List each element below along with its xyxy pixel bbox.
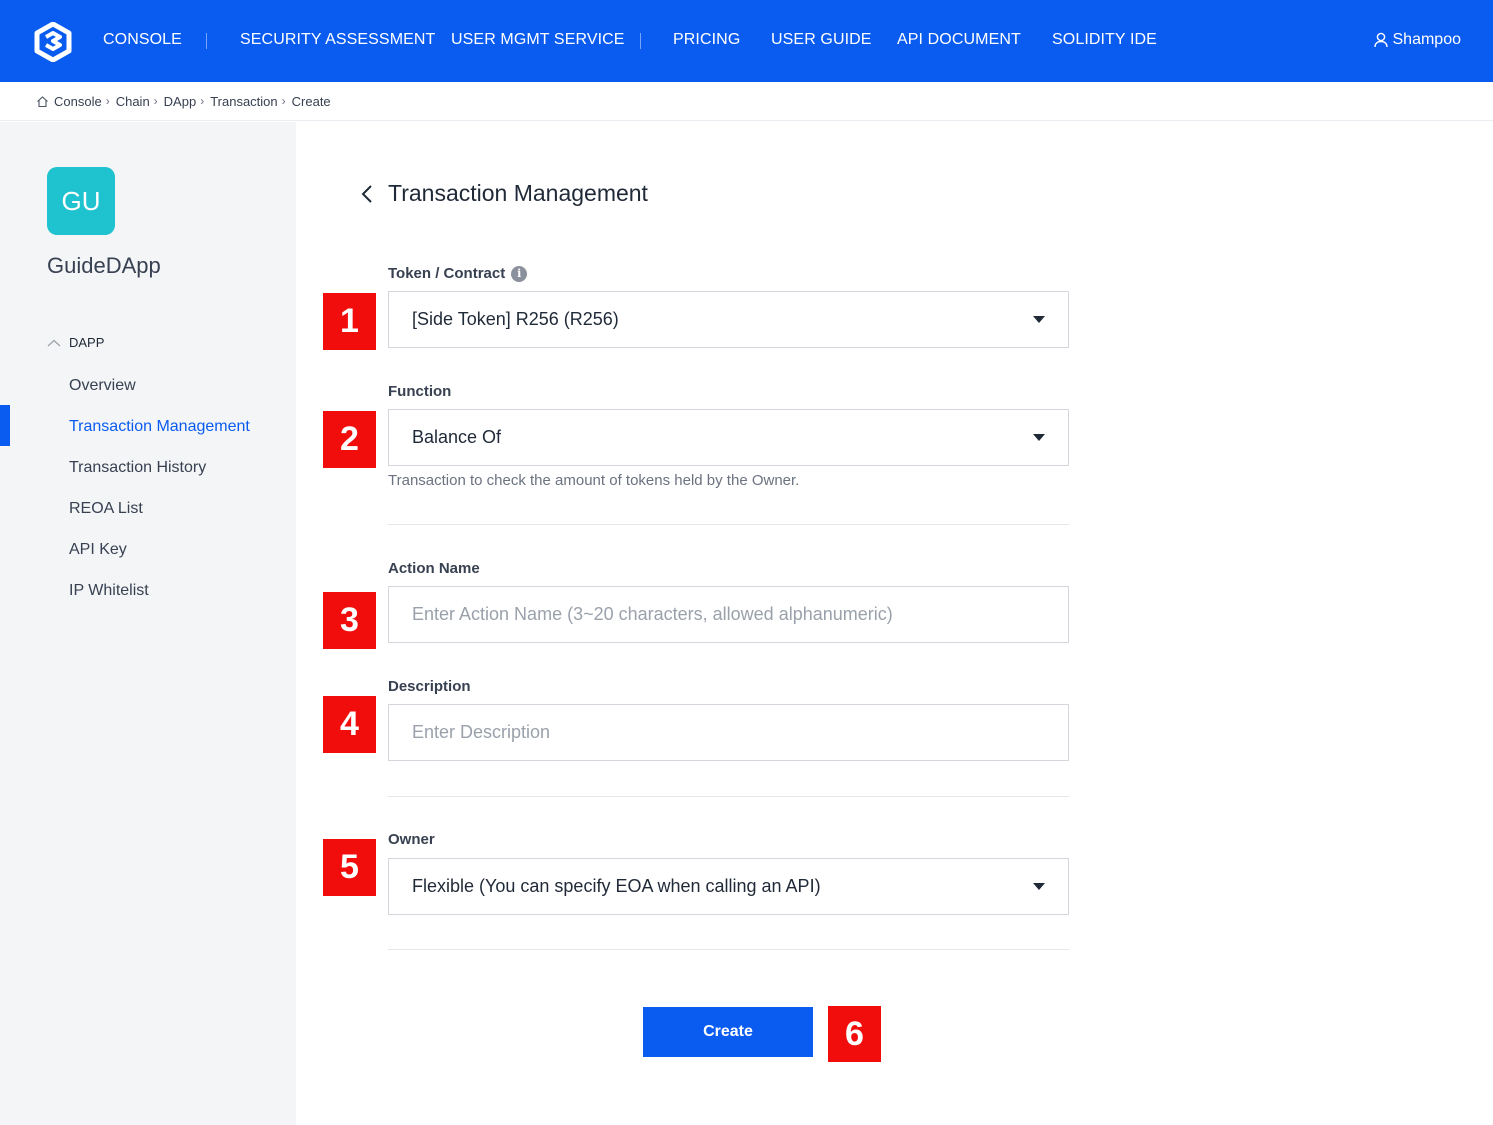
breadcrumb-chain[interactable]: Chain xyxy=(116,94,150,109)
nav-user-mgmt-service[interactable]: USER MGMT SERVICE xyxy=(451,31,625,49)
sidebar-item-transaction-history[interactable]: Transaction History xyxy=(69,459,206,477)
info-icon[interactable]: i xyxy=(511,265,528,282)
action-name-input[interactable] xyxy=(412,587,1068,642)
token-contract-label-text: Token / Contract xyxy=(388,265,506,282)
chevron-right-icon: › xyxy=(153,94,158,108)
caret-down-icon xyxy=(1033,434,1045,441)
function-help-text: Transaction to check the amount of token… xyxy=(388,472,800,489)
top-navbar: CONSOLE SECURITY ASSESSMENT USER MGMT SE… xyxy=(0,0,1493,82)
annotation-marker-5: 5 xyxy=(323,839,376,896)
nav-solidity-ide[interactable]: SOLIDITY IDE xyxy=(1052,31,1157,49)
action-name-label-text: Action Name xyxy=(388,560,480,577)
section-divider xyxy=(388,796,1069,797)
nav-api-document[interactable]: API DOCUMENT xyxy=(897,31,1021,49)
breadcrumb: Console › Chain › DApp › Transaction › C… xyxy=(0,82,1493,121)
function-label: Function xyxy=(388,383,451,400)
nav-user-guide[interactable]: USER GUIDE xyxy=(771,31,872,49)
description-field[interactable] xyxy=(388,704,1069,761)
chevron-right-icon: › xyxy=(200,94,205,108)
chevron-up-icon xyxy=(47,339,61,346)
app-name: GuideDApp xyxy=(47,253,161,278)
description-input[interactable] xyxy=(412,705,1068,760)
chevron-right-icon: › xyxy=(281,94,286,108)
sidebar-group-dapp[interactable]: DAPP xyxy=(47,335,104,350)
section-divider xyxy=(388,524,1069,525)
function-value: Balance Of xyxy=(412,427,502,447)
create-button[interactable]: Create xyxy=(643,1007,813,1057)
chevron-right-icon: › xyxy=(105,94,110,108)
brand-logo-icon[interactable] xyxy=(34,22,72,62)
sidebar-item-ip-whitelist[interactable]: IP Whitelist xyxy=(69,582,149,600)
sidebar-item-overview[interactable]: Overview xyxy=(69,377,136,395)
description-label: Description xyxy=(388,678,471,695)
page-title: Transaction Management xyxy=(388,180,648,206)
annotation-marker-6: 6 xyxy=(828,1006,881,1062)
owner-label-text: Owner xyxy=(388,831,435,848)
annotation-marker-3: 3 xyxy=(323,592,376,649)
home-icon[interactable] xyxy=(36,95,49,108)
nav-security-assessment[interactable]: SECURITY ASSESSMENT xyxy=(240,31,435,49)
active-indicator xyxy=(0,405,10,446)
user-icon xyxy=(1373,32,1388,48)
sidebar-item-transaction-management[interactable]: Transaction Management xyxy=(69,418,250,436)
function-select[interactable]: Balance Of xyxy=(388,409,1069,466)
page-header: Transaction Management xyxy=(360,180,648,207)
annotation-marker-2: 2 xyxy=(323,411,376,468)
token-contract-label: Token / Contract i xyxy=(388,265,528,282)
function-label-text: Function xyxy=(388,383,452,400)
caret-down-icon xyxy=(1033,316,1045,323)
breadcrumb-console[interactable]: Console xyxy=(54,94,102,109)
owner-label: Owner xyxy=(388,831,435,848)
description-label-text: Description xyxy=(388,678,471,695)
back-arrow-icon[interactable] xyxy=(360,182,374,206)
breadcrumb-create: Create xyxy=(291,93,331,109)
action-name-label: Action Name xyxy=(388,560,480,577)
sidebar-item-reoa-list[interactable]: REOA List xyxy=(69,500,143,518)
sidebar: GU GuideDApp DAPP Overview Transaction M… xyxy=(0,122,296,1125)
sidebar-group-label: DAPP xyxy=(69,335,105,350)
annotation-marker-4: 4 xyxy=(323,696,376,753)
action-name-field[interactable] xyxy=(388,586,1069,643)
breadcrumb-dapp[interactable]: DApp xyxy=(164,94,197,109)
user-menu[interactable]: Shampoo xyxy=(1373,31,1462,49)
owner-value: Flexible (You can specify EOA when calli… xyxy=(412,876,821,896)
annotation-marker-1: 1 xyxy=(323,293,376,350)
token-contract-value: [Side Token] R256 (R256) xyxy=(412,309,619,329)
section-divider xyxy=(388,949,1069,950)
nav-pricing[interactable]: PRICING xyxy=(673,31,740,49)
caret-down-icon xyxy=(1033,883,1045,890)
sidebar-item-api-key[interactable]: API Key xyxy=(69,541,127,559)
owner-select[interactable]: Flexible (You can specify EOA when calli… xyxy=(388,858,1069,915)
breadcrumb-transaction[interactable]: Transaction xyxy=(210,94,277,109)
app-avatar: GU xyxy=(47,167,115,235)
token-contract-select[interactable]: [Side Token] R256 (R256) xyxy=(388,291,1069,348)
nav-console[interactable]: CONSOLE xyxy=(103,31,182,49)
nav-divider xyxy=(640,33,641,49)
nav-divider xyxy=(206,33,207,49)
user-name: Shampoo xyxy=(1392,31,1462,48)
